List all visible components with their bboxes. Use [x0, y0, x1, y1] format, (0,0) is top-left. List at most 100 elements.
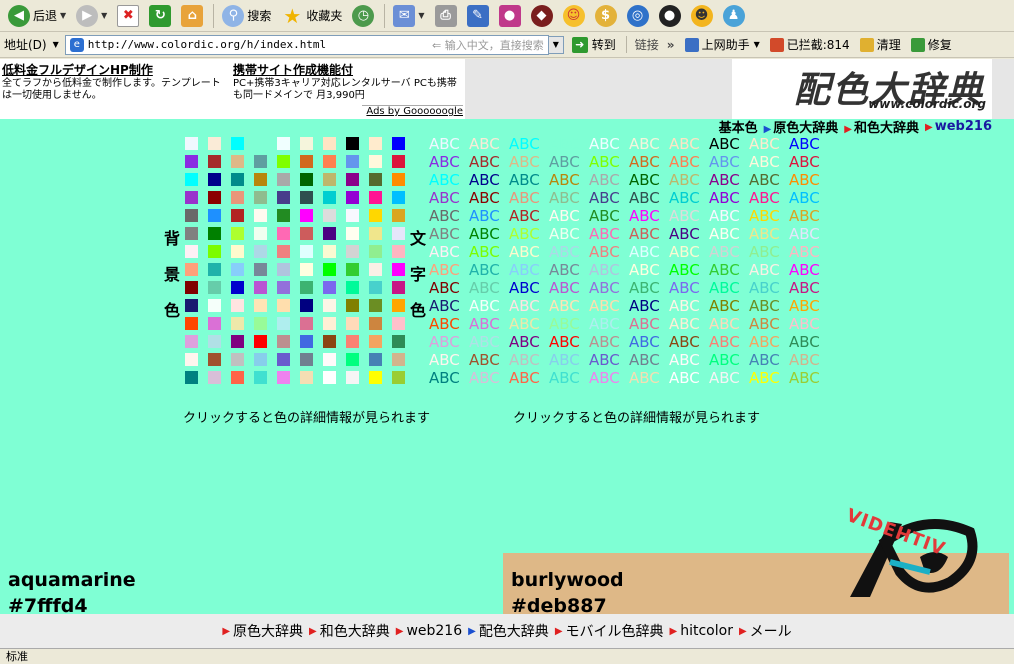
links-button[interactable]: 链接 » — [625, 36, 675, 53]
text-color-sample[interactable]: ABC — [749, 225, 789, 243]
url-dropdown-icon[interactable]: ▼ — [547, 35, 564, 54]
botnav-item-web216[interactable]: ▶ web216 — [396, 623, 462, 639]
edit-button[interactable]: ✎ — [463, 2, 493, 30]
bg-color-swatch[interactable] — [208, 371, 221, 384]
mail-dropdown-icon[interactable]: ▼ — [418, 11, 424, 20]
bg-color-swatch[interactable] — [392, 137, 405, 150]
topnav-item-genshoku[interactable]: ▶ 原色大辞典 — [764, 117, 839, 136]
text-color-sample[interactable]: ABC — [789, 351, 829, 369]
text-color-sample[interactable]: ABC — [549, 261, 589, 279]
bg-color-swatch[interactable] — [392, 209, 405, 222]
text-color-sample[interactable]: ABC — [669, 297, 709, 315]
text-color-sample[interactable]: ABC — [629, 333, 669, 351]
bg-color-swatch[interactable] — [208, 281, 221, 294]
bg-color-swatch[interactable] — [231, 137, 244, 150]
text-color-sample[interactable]: ABC — [509, 333, 549, 351]
bg-color-swatch[interactable] — [369, 173, 382, 186]
bg-color-swatch[interactable] — [392, 371, 405, 384]
bg-color-swatch[interactable] — [231, 335, 244, 348]
text-color-sample[interactable]: ABC — [709, 315, 749, 333]
text-color-sample[interactable]: ABC — [589, 207, 629, 225]
text-color-sample[interactable]: ABC — [629, 351, 669, 369]
bg-color-swatch[interactable] — [346, 263, 359, 276]
text-color-sample[interactable]: ABC — [709, 225, 749, 243]
text-color-sample[interactable]: ABC — [709, 261, 749, 279]
botnav-item-genshoku[interactable]: ▶ 原色大辞典 — [222, 621, 303, 641]
text-color-sample[interactable]: ABC — [709, 297, 749, 315]
text-color-sample[interactable]: ABC — [429, 261, 469, 279]
bg-color-swatch[interactable] — [346, 353, 359, 366]
bg-color-swatch[interactable] — [277, 173, 290, 186]
text-color-sample[interactable]: ABC — [469, 189, 509, 207]
text-color-sample[interactable]: ABC — [549, 171, 589, 189]
ad-2-title[interactable]: 携帯サイト作成機能付 — [233, 62, 461, 78]
bg-color-swatch[interactable] — [254, 263, 267, 276]
text-color-sample[interactable]: ABC — [749, 333, 789, 351]
bg-color-swatch[interactable] — [277, 245, 290, 258]
text-color-sample[interactable]: ABC — [549, 315, 589, 333]
text-color-sample[interactable]: ABC — [629, 207, 669, 225]
search-button[interactable]: ⚲ 搜索 — [218, 2, 275, 30]
text-color-sample[interactable]: ABC — [789, 297, 829, 315]
bg-color-swatch[interactable] — [323, 317, 336, 330]
messenger-button[interactable]: ● — [495, 2, 525, 30]
bg-color-swatch[interactable] — [300, 353, 313, 366]
bg-color-swatch[interactable] — [254, 299, 267, 312]
bg-color-swatch[interactable] — [300, 209, 313, 222]
text-color-sample[interactable]: ABC — [469, 225, 509, 243]
globe-button[interactable]: ◎ — [623, 2, 653, 30]
text-color-sample[interactable]: ABC — [749, 279, 789, 297]
text-color-sample[interactable]: ABC — [709, 135, 749, 153]
text-color-sample[interactable]: ABC — [709, 189, 749, 207]
text-color-sample[interactable]: ABC — [789, 261, 829, 279]
text-color-sample[interactable]: ABC — [789, 171, 829, 189]
botnav-item-mail[interactable]: ▶ メール — [739, 621, 792, 641]
text-color-sample[interactable]: ABC — [669, 315, 709, 333]
bg-color-swatch[interactable] — [231, 209, 244, 222]
bg-color-swatch[interactable] — [185, 191, 198, 204]
bg-color-swatch[interactable] — [323, 245, 336, 258]
ad-1-title[interactable]: 低料金フルデザインHP制作 — [2, 62, 226, 78]
text-color-sample[interactable]: ABC — [629, 171, 669, 189]
clean-button[interactable]: 清理 — [859, 36, 901, 53]
bg-color-swatch[interactable] — [254, 245, 267, 258]
text-color-sample[interactable]: ABC — [629, 153, 669, 171]
botnav-item-washoku[interactable]: ▶ 和色大辞典 — [309, 621, 390, 641]
bg-color-swatch[interactable] — [208, 173, 221, 186]
bg-color-swatch[interactable] — [346, 245, 359, 258]
bg-color-swatch[interactable] — [323, 209, 336, 222]
refresh-button[interactable]: ↻ — [145, 2, 175, 30]
bg-color-swatch[interactable] — [185, 137, 198, 150]
text-color-sample[interactable]: ABC — [749, 171, 789, 189]
bg-color-swatch[interactable] — [254, 155, 267, 168]
text-color-sample[interactable]: ABC — [629, 225, 669, 243]
text-color-sample[interactable]: ABC — [629, 243, 669, 261]
bg-color-swatch[interactable] — [277, 371, 290, 384]
text-color-sample[interactable]: ABC — [509, 369, 549, 387]
topnav-item-washoku[interactable]: ▶ 和色大辞典 — [844, 117, 919, 136]
text-color-sample[interactable]: ABC — [429, 135, 469, 153]
text-color-sample[interactable]: ABC — [589, 171, 629, 189]
bg-color-swatch[interactable] — [254, 173, 267, 186]
bg-color-swatch[interactable] — [346, 281, 359, 294]
bg-color-swatch[interactable] — [369, 335, 382, 348]
text-color-sample[interactable]: ABC — [749, 207, 789, 225]
bg-color-swatch[interactable] — [231, 353, 244, 366]
bg-color-swatch[interactable] — [208, 191, 221, 204]
bg-color-swatch[interactable] — [277, 191, 290, 204]
bg-color-swatch[interactable] — [185, 263, 198, 276]
bg-color-swatch[interactable] — [323, 353, 336, 366]
bg-color-swatch[interactable] — [392, 173, 405, 186]
bg-color-swatch[interactable] — [392, 335, 405, 348]
text-color-sample[interactable]: ABC — [469, 135, 509, 153]
bg-color-swatch[interactable] — [369, 353, 382, 366]
bg-color-swatch[interactable] — [208, 317, 221, 330]
ad-1[interactable]: 低料金フルデザインHP制作 全てラフから低料金で制作します。テンプレートは一切使… — [2, 62, 226, 102]
bg-color-swatch[interactable] — [185, 299, 198, 312]
qq-button[interactable]: ● — [655, 2, 685, 30]
bg-color-swatch[interactable] — [346, 191, 359, 204]
bg-color-swatch[interactable] — [392, 155, 405, 168]
forward-button[interactable]: ▶ ▼ — [72, 2, 111, 30]
text-color-sample[interactable]: ABC — [429, 225, 469, 243]
text-color-sample[interactable]: ABC — [749, 135, 789, 153]
